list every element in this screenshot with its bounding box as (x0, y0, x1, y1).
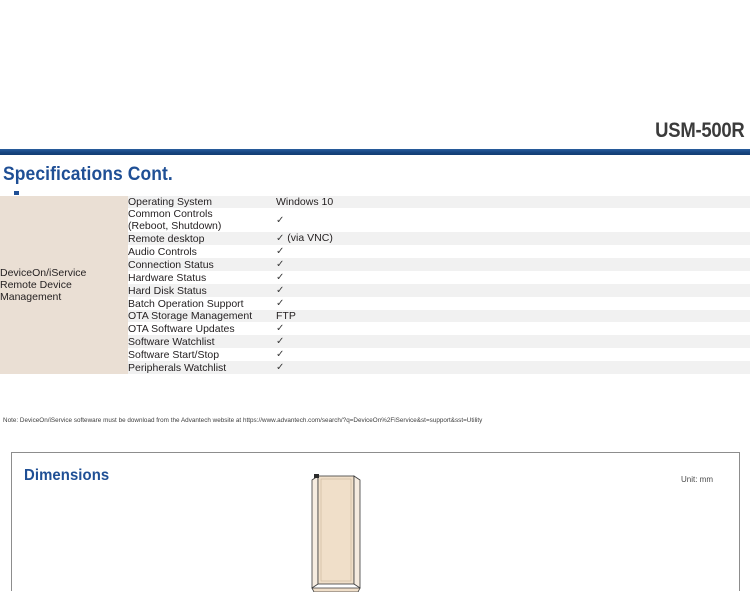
dimensions-panel (11, 452, 740, 591)
spec-feature-cell: OTA Storage Management (128, 310, 276, 322)
model-name: USM-500R (654, 119, 745, 142)
spec-feature-cell: Operating System (128, 196, 276, 208)
device-bottom-lip (311, 587, 361, 593)
dimensions-title: Dimensions (24, 467, 110, 484)
checkmark-icon: ✓ (276, 336, 285, 347)
checkmark-icon: ✓ (276, 272, 285, 283)
spec-feature-cell: Software Watchlist (128, 335, 276, 348)
blue-square-marker (14, 191, 19, 195)
spec-value-cell: ✓ (276, 208, 750, 232)
device-right-face (353, 475, 361, 589)
spec-value-cell: ✓ (276, 245, 750, 258)
spec-value-text: FTP (276, 310, 296, 322)
spec-feature-cell: OTA Software Updates (128, 322, 276, 335)
spec-value-cell: ✓ (276, 271, 750, 284)
spec-feature-cell: Remote desktop (128, 232, 276, 245)
spec-category-label: DeviceOn/iService Remote Device Manageme… (0, 267, 87, 303)
spec-feature-cell: Common Controls (Reboot, Shutdown) (128, 208, 276, 232)
spec-value-cell: ✓ (276, 258, 750, 271)
spec-value-cell: ✓ (276, 335, 750, 348)
spec-value-cell: ✓ (276, 297, 750, 310)
table-row: DeviceOn/iService Remote Device Manageme… (0, 196, 750, 374)
spec-feature-cell: Audio Controls (128, 245, 276, 258)
spec-value-cell: FTP (276, 310, 750, 322)
device-top-connector (314, 474, 319, 478)
checkmark-icon: ✓ (276, 362, 285, 373)
spec-feature-cell: Software Start/Stop (128, 348, 276, 361)
spec-feature-cell: Peripherals Watchlist (128, 361, 276, 374)
checkmark-icon: ✓ (276, 246, 285, 257)
page-header: USM-500R (0, 118, 750, 152)
spec-value-cell: ✓ (276, 361, 750, 374)
device-left-face (311, 475, 319, 589)
spec-value-text: Windows 10 (276, 196, 334, 208)
device-outline-svg (311, 474, 361, 593)
spec-feature-cell: Batch Operation Support (128, 297, 276, 310)
checkmark-icon: ✓ (276, 214, 285, 226)
spec-category-cell: DeviceOn/iService Remote Device Manageme… (0, 196, 128, 374)
spec-value-cell: ✓ (276, 322, 750, 335)
specifications-table-body: DeviceOn/iService Remote Device Manageme… (0, 196, 750, 374)
spec-value-cell: ✓ (276, 284, 750, 297)
specifications-table: DeviceOn/iService Remote Device Manageme… (0, 196, 750, 374)
table-footnote: Note: DeviceOn/iService softeware must b… (3, 417, 483, 424)
checkmark-icon: ✓ (276, 259, 285, 270)
unit-label: Unit: mm (681, 475, 713, 484)
spec-feature-cell: Hardware Status (128, 271, 276, 284)
checkmark-icon: ✓ (276, 298, 285, 309)
device-front-face (317, 475, 355, 585)
header-blue-rule (0, 149, 750, 155)
device-dimension-drawing (305, 472, 375, 597)
page-title: Specifications Cont. (3, 164, 173, 185)
specifications-table-section: DeviceOn/iService Remote Device Manageme… (0, 191, 750, 374)
spec-value-cell: ✓ (276, 348, 750, 361)
spec-value-cell: Windows 10 (276, 196, 750, 208)
checkmark-icon: ✓ (276, 349, 285, 360)
spec-value-text: (via VNC) (284, 232, 333, 244)
spec-feature-cell: Hard Disk Status (128, 284, 276, 297)
checkmark-icon: ✓ (276, 323, 285, 334)
checkmark-icon: ✓ (276, 285, 285, 296)
spec-value-cell: ✓ (via VNC) (276, 232, 750, 245)
spec-feature-cell: Connection Status (128, 258, 276, 271)
